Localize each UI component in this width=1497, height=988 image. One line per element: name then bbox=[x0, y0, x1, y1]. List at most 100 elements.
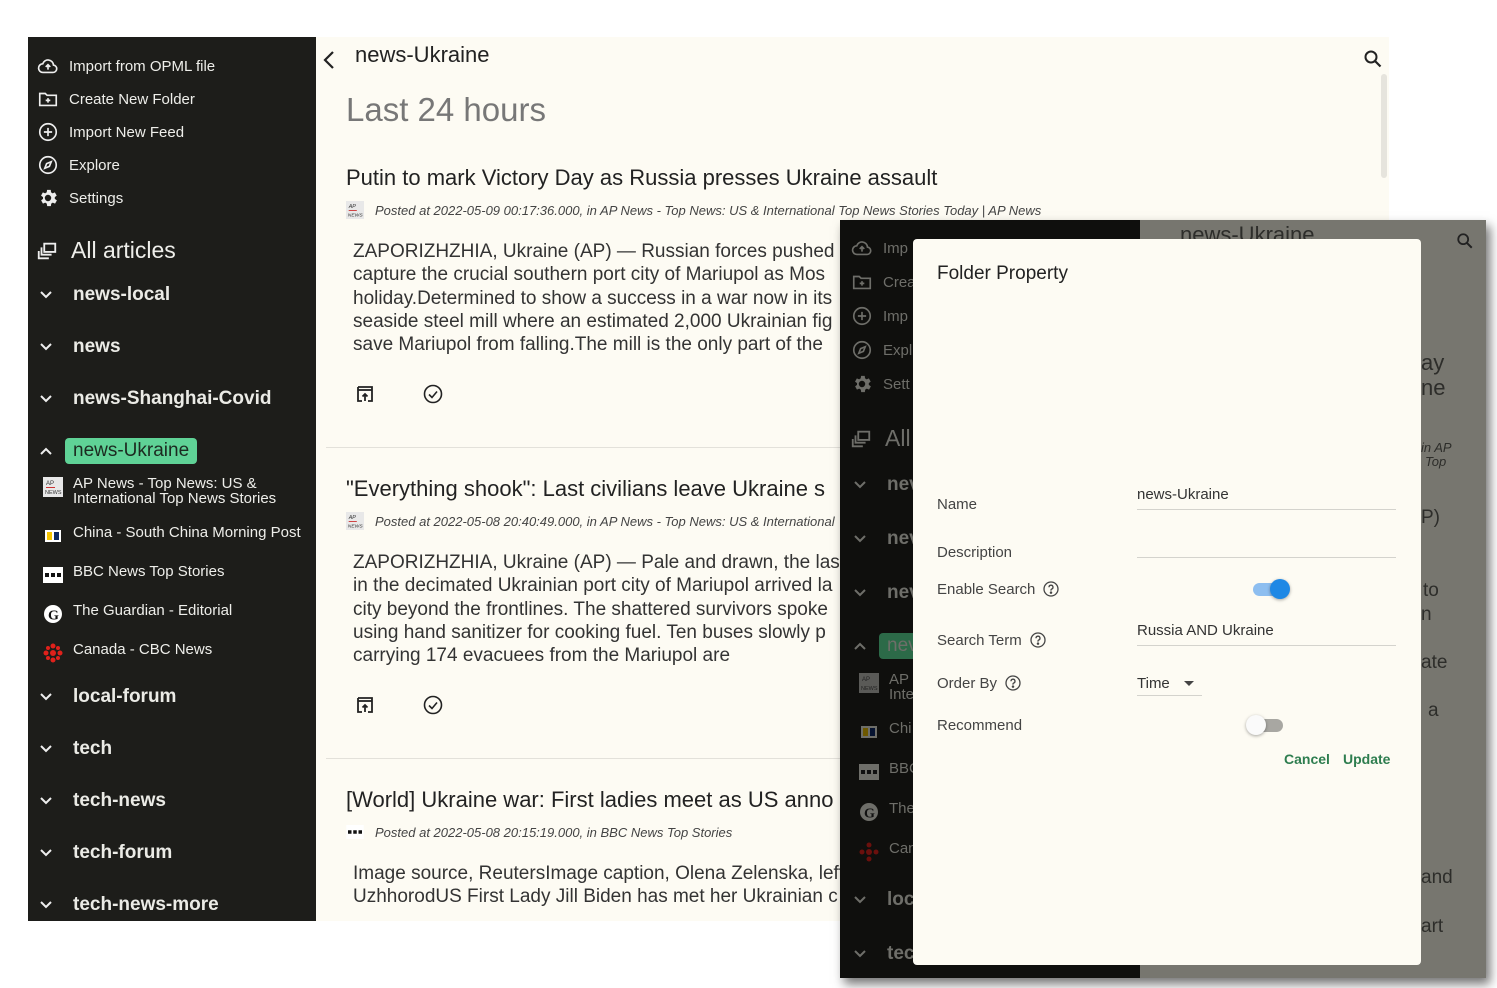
feed-cbc[interactable]: Canada - CBC News bbox=[42, 642, 310, 664]
recommend-toggle[interactable] bbox=[1246, 715, 1286, 735]
chevron-down-icon[interactable] bbox=[36, 744, 56, 754]
all-articles-link: All bbox=[850, 425, 911, 452]
recommend-label: Recommend bbox=[937, 716, 1023, 734]
folder-label: news-local bbox=[73, 284, 171, 305]
menu-settings[interactable]: Settings bbox=[36, 184, 123, 212]
update-button[interactable]: Update bbox=[1343, 751, 1390, 767]
svg-text:NEWS: NEWS bbox=[348, 523, 364, 529]
overlay-screenshot: Imp Crea Imp Expl Sett All nev nev nev n… bbox=[840, 220, 1486, 978]
chevron-down-icon[interactable] bbox=[36, 342, 56, 352]
chevron-down-icon bbox=[850, 480, 870, 490]
feed-bbc[interactable]: BBC News Top Stories bbox=[42, 564, 310, 586]
feed-guardian[interactable]: G The Guardian - Editorial bbox=[42, 603, 310, 625]
name-input[interactable]: news-Ukraine bbox=[1137, 478, 1396, 510]
scmp-icon bbox=[858, 721, 880, 743]
menu-explore[interactable]: Explore bbox=[36, 151, 120, 179]
menu-import-opml[interactable]: Import from OPML file bbox=[36, 52, 215, 80]
articles-stack-icon bbox=[36, 240, 60, 262]
cbc-icon bbox=[858, 841, 880, 863]
folder-label: tech-news bbox=[73, 790, 166, 811]
articles-stack-icon bbox=[850, 428, 874, 450]
mark-read-icon[interactable] bbox=[423, 384, 443, 409]
name-label: Name bbox=[937, 495, 978, 513]
order-by-value: Time bbox=[1137, 675, 1170, 692]
enable-search-toggle[interactable] bbox=[1250, 579, 1290, 599]
description-row: Description bbox=[937, 536, 1397, 568]
help-icon[interactable] bbox=[1043, 581, 1060, 597]
svg-text:G: G bbox=[48, 609, 59, 624]
menu-label: Settings bbox=[69, 189, 124, 207]
chevron-down-icon bbox=[850, 949, 870, 959]
folder-tech-news[interactable]: tech-news bbox=[36, 786, 166, 816]
feed-ap-news[interactable]: AP NEWS AP News - Top News: US & Internat… bbox=[42, 476, 310, 506]
folder-label: news bbox=[73, 336, 121, 357]
feed-label: BBC News Top Stories bbox=[73, 563, 225, 580]
svg-text:G: G bbox=[864, 807, 875, 822]
folder-tech[interactable]: tech bbox=[36, 734, 112, 764]
order-by-row: Order By Time bbox=[937, 672, 1397, 696]
chevron-down-icon[interactable] bbox=[36, 290, 56, 300]
chevron-down-icon[interactable] bbox=[36, 848, 56, 858]
menu-label: Imp bbox=[883, 239, 909, 257]
svg-text:AP: AP bbox=[46, 481, 54, 487]
description-input[interactable] bbox=[1137, 526, 1396, 558]
create-folder-icon bbox=[36, 87, 60, 111]
feed-scmp[interactable]: China - South China Morning Post bbox=[42, 525, 310, 547]
name-row: Name news-Ukraine bbox=[937, 486, 1397, 520]
feed-label: AP Inte bbox=[889, 672, 915, 702]
folder-label: tech-forum bbox=[73, 842, 173, 863]
bbc-icon bbox=[858, 761, 880, 783]
search-icon bbox=[1456, 232, 1474, 255]
all-articles-label: All articles bbox=[71, 237, 176, 263]
help-icon[interactable] bbox=[1030, 632, 1046, 648]
menu-create-folder: Crea bbox=[850, 268, 916, 296]
article-title[interactable]: Putin to mark Victory Day as Russia pres… bbox=[346, 165, 1346, 191]
dimmed-text-fragment: P) bbox=[1421, 507, 1440, 528]
chevron-down-icon[interactable] bbox=[36, 692, 56, 702]
folder-news[interactable]: news bbox=[36, 332, 121, 362]
menu-create-folder[interactable]: Create New Folder bbox=[36, 85, 195, 113]
back-arrow-icon[interactable] bbox=[322, 49, 336, 76]
svg-text:AP: AP bbox=[348, 204, 357, 210]
chevron-up-icon[interactable] bbox=[36, 446, 56, 456]
folder-tech-forum[interactable]: tech-forum bbox=[36, 838, 172, 868]
mark-read-icon[interactable] bbox=[423, 695, 443, 720]
all-articles-link[interactable]: All articles bbox=[36, 237, 176, 264]
search-term-input[interactable]: Russia AND Ukraine bbox=[1137, 614, 1396, 646]
scmp-icon bbox=[42, 525, 64, 547]
folder-tech-news-more[interactable]: tech-news-more bbox=[36, 890, 219, 920]
menu-import-feed[interactable]: Import New Feed bbox=[36, 118, 184, 146]
add-circle-icon bbox=[850, 304, 874, 328]
chevron-down-icon[interactable] bbox=[36, 796, 56, 806]
search-icon[interactable] bbox=[1363, 49, 1383, 74]
ap-news-icon: AP NEWS bbox=[858, 672, 880, 694]
order-by-select[interactable]: Time bbox=[1137, 672, 1202, 696]
create-folder-icon bbox=[850, 270, 874, 294]
folder-news-local[interactable]: news-local bbox=[36, 280, 170, 310]
scrollbar[interactable] bbox=[1381, 74, 1387, 178]
ap-news-icon: AP NEWS bbox=[42, 476, 64, 498]
chevron-down-icon[interactable] bbox=[36, 900, 56, 910]
folder-item: nev bbox=[850, 578, 920, 608]
menu-label: Explore bbox=[69, 156, 120, 174]
menu-label: Expl bbox=[883, 341, 913, 359]
dialog-title: Folder Property bbox=[937, 263, 1068, 284]
folder-item: nev bbox=[850, 524, 920, 554]
folder-news-ukraine[interactable]: news-Ukraine bbox=[36, 436, 198, 466]
search-term-row: Search Term Russia AND Ukraine bbox=[937, 622, 1397, 656]
chevron-down-icon[interactable] bbox=[36, 394, 56, 404]
open-external-icon[interactable] bbox=[355, 695, 375, 720]
folder-local-forum[interactable]: local-forum bbox=[36, 682, 176, 712]
folder-label: tec bbox=[887, 943, 915, 964]
cloud-upload-icon bbox=[850, 236, 874, 260]
help-icon[interactable] bbox=[1005, 675, 1021, 691]
feed-label: The bbox=[889, 800, 915, 817]
dimmed-text-fragment: in AP bbox=[1421, 440, 1452, 455]
dropdown-arrow-icon bbox=[1183, 680, 1194, 687]
article-meta: Posted at 2022-05-08 20:40:49.000, in AP… bbox=[375, 513, 835, 529]
folder-news-shanghai-covid[interactable]: news-Shanghai-Covid bbox=[36, 384, 271, 414]
all-articles-label: All bbox=[885, 425, 911, 451]
recommend-row: Recommend bbox=[937, 715, 1397, 735]
open-external-icon[interactable] bbox=[355, 384, 375, 409]
cancel-button[interactable]: Cancel bbox=[1284, 751, 1330, 767]
